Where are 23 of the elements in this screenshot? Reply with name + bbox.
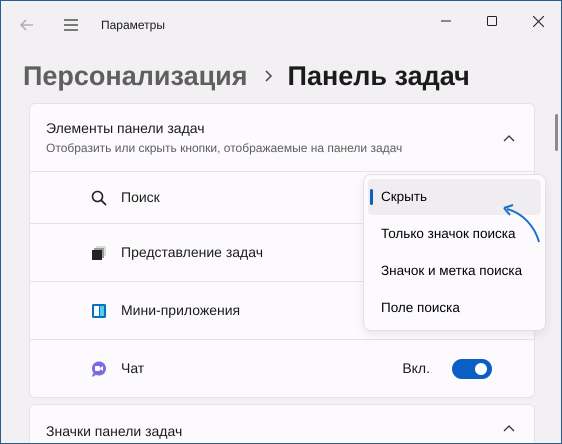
dropdown-option[interactable]: Значок и метка поиска <box>368 253 541 289</box>
dropdown-option[interactable]: Только значок поиска <box>368 216 541 252</box>
section-description: Отобразить или скрыть кнопки, отображаемые на панели задач <box>46 140 402 157</box>
window-title: Параметры <box>101 17 165 34</box>
scrollbar-thumb[interactable] <box>555 114 558 151</box>
setting-label: Мини-приложения <box>121 301 240 320</box>
setting-label: Поиск <box>121 188 160 207</box>
maximize-icon <box>487 16 497 26</box>
page-title: Панель задач <box>288 60 470 93</box>
search-icon <box>91 190 107 206</box>
section-title: Элементы панели задач <box>46 119 206 138</box>
dropdown-option[interactable]: Поле поиска <box>368 290 541 326</box>
chat-bubble-icon <box>91 360 107 376</box>
widgets-icon <box>91 302 107 318</box>
setting-label: Представление задач <box>121 243 263 262</box>
toggle-switch[interactable] <box>452 358 492 378</box>
dropdown-option[interactable]: Скрыть <box>368 179 541 215</box>
setting-label: Чат <box>121 359 144 378</box>
stacked-windows-icon <box>91 244 107 260</box>
breadcrumb-link[interactable]: Персонализация <box>23 56 248 96</box>
close-icon <box>532 16 544 26</box>
section-title: Значки панели задач <box>46 422 182 441</box>
toggle-state-label: Вкл. <box>402 359 430 378</box>
